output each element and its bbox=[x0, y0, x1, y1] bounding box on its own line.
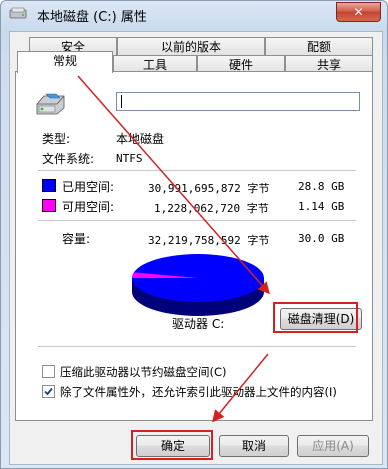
index-label: 除了文件属性外，还允许索引此驱动器上文件的内容(I) bbox=[60, 385, 337, 399]
properties-window: 本地磁盘 (C:) 属性 ✕ 安全 以前的版本 配额 常规 工具 硬件 共享 类… bbox=[0, 0, 388, 469]
tab-quota[interactable]: 配额 bbox=[265, 37, 373, 55]
free-space-bytes: 1,228,062,720 字节 bbox=[154, 202, 269, 215]
tab-previous-versions[interactable]: 以前的版本 bbox=[117, 37, 265, 55]
check-icon bbox=[44, 387, 53, 396]
volume-name-input[interactable] bbox=[116, 92, 360, 111]
separator bbox=[38, 170, 356, 171]
tab-general[interactable]: 常规 bbox=[17, 51, 113, 73]
used-space-label: 已用空间: bbox=[62, 180, 115, 194]
compress-label: 压缩此驱动器以节约磁盘空间(C) bbox=[60, 365, 227, 379]
type-value: 本地磁盘 bbox=[116, 132, 165, 146]
text-cursor bbox=[121, 95, 122, 108]
index-checkbox[interactable] bbox=[42, 385, 55, 398]
general-tab-panel: 类型: 本地磁盘 文件系统: NTFS 已用空间: 30,991,695,872… bbox=[15, 71, 373, 421]
ok-highlight-box bbox=[131, 430, 213, 460]
free-space-label: 可用空间: bbox=[62, 200, 115, 214]
type-label: 类型: bbox=[42, 132, 71, 146]
free-space-swatch bbox=[42, 199, 56, 212]
apply-button[interactable]: 应用(A) bbox=[297, 435, 369, 457]
separator bbox=[38, 346, 356, 347]
drive-icon bbox=[9, 7, 27, 19]
used-space-size: 28.8 GB bbox=[298, 180, 345, 193]
free-space-size: 1.14 GB bbox=[298, 200, 345, 213]
compress-checkbox[interactable] bbox=[42, 365, 55, 378]
capacity-size: 30.0 GB bbox=[298, 232, 345, 245]
window-title: 本地磁盘 (C:) 属性 bbox=[37, 10, 147, 25]
used-space-bytes: 30,991,695,872 字节 bbox=[148, 182, 270, 195]
separator bbox=[38, 220, 356, 221]
title-bar: 本地磁盘 (C:) 属性 ✕ bbox=[1, 1, 387, 27]
drive-label: 驱动器 C: bbox=[172, 317, 225, 331]
used-space-swatch bbox=[42, 179, 56, 192]
capacity-bytes: 32,219,758,592 字节 bbox=[148, 234, 270, 247]
cancel-button[interactable]: 取消 bbox=[219, 435, 289, 457]
disk-usage-pie bbox=[132, 254, 264, 316]
close-button[interactable]: ✕ bbox=[336, 2, 381, 22]
file-system-label: 文件系统: bbox=[42, 152, 95, 166]
file-system-value: NTFS bbox=[116, 152, 143, 165]
hard-drive-icon bbox=[36, 93, 65, 115]
capacity-label: 容量: bbox=[62, 232, 91, 246]
cleanup-highlight-box bbox=[273, 302, 358, 333]
